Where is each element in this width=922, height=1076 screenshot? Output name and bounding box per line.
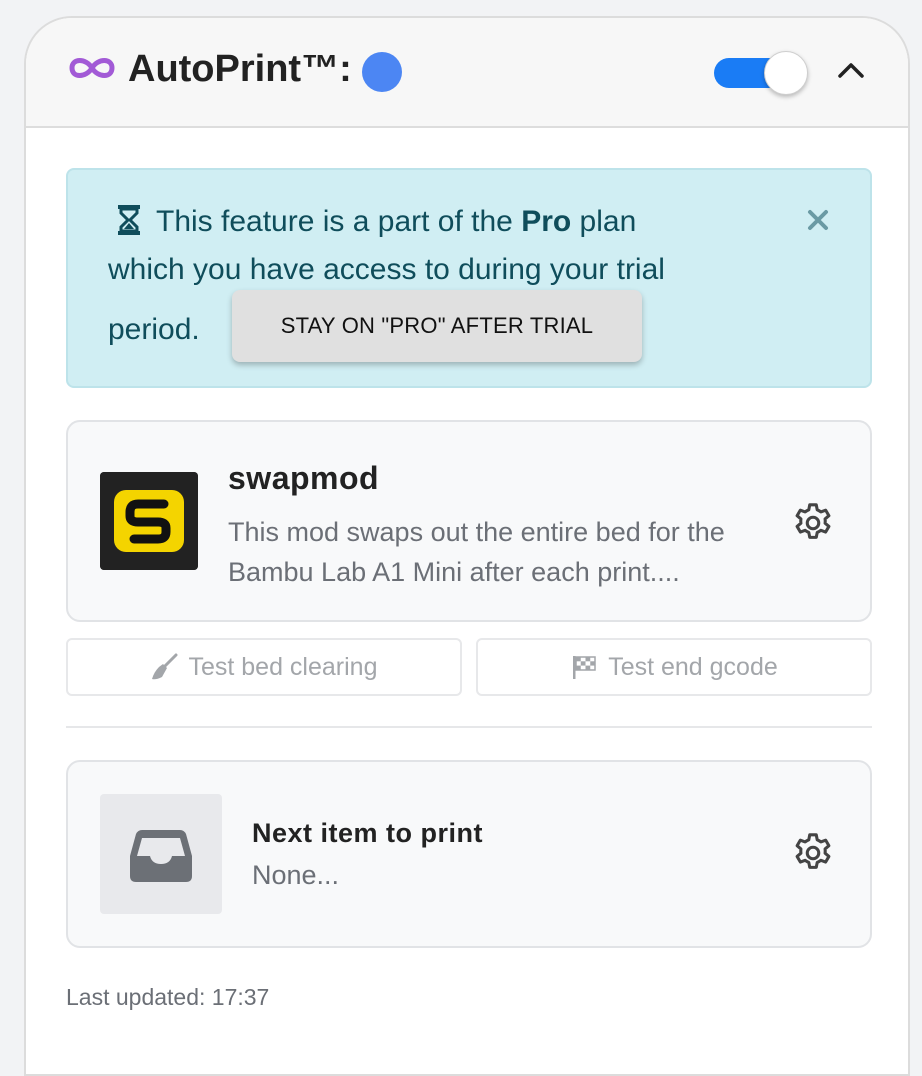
- autoprint-toggle[interactable]: [714, 51, 808, 95]
- close-icon[interactable]: [806, 208, 830, 232]
- gear-icon[interactable]: [790, 500, 836, 546]
- pro-trial-alert: This feature is a part of the Pro plan w…: [66, 168, 872, 388]
- test-bed-clearing-button[interactable]: Test bed clearing: [66, 638, 462, 696]
- infinity-icon: [69, 58, 115, 78]
- mod-description: This mod swaps out the entire bed for th…: [228, 517, 725, 587]
- next-item-thumbnail: [100, 794, 222, 914]
- chevron-up-icon[interactable]: [836, 60, 866, 80]
- last-updated: Last updated: 17:37: [66, 984, 270, 1010]
- gear-icon[interactable]: [790, 830, 836, 876]
- broom-icon: [152, 653, 178, 680]
- plan-name: Pro: [521, 205, 572, 238]
- status-indicator: [362, 52, 402, 92]
- next-item-title: Next item to print: [252, 818, 484, 848]
- mod-name: swapmod: [228, 460, 380, 496]
- toggle-knob: [764, 51, 808, 95]
- swapmod-logo: [100, 472, 198, 570]
- section-divider: [66, 726, 872, 728]
- next-item-value: None...: [252, 860, 340, 890]
- stay-on-pro-button[interactable]: STAY ON "PRO" AFTER TRIAL: [232, 290, 642, 362]
- inbox-icon: [130, 830, 192, 882]
- test-end-gcode-button[interactable]: Test end gcode: [476, 638, 872, 696]
- mod-card[interactable]: swapmod This mod swaps out the entire be…: [66, 420, 872, 622]
- panel-title: AutoPrint™:: [128, 48, 352, 90]
- flag-checkered-icon: [573, 656, 596, 679]
- panel-header: AutoPrint™:: [26, 18, 908, 128]
- next-item-card[interactable]: Next item to print None...: [66, 760, 872, 948]
- autoprint-panel: AutoPrint™: This feature is a part of th…: [24, 16, 910, 1076]
